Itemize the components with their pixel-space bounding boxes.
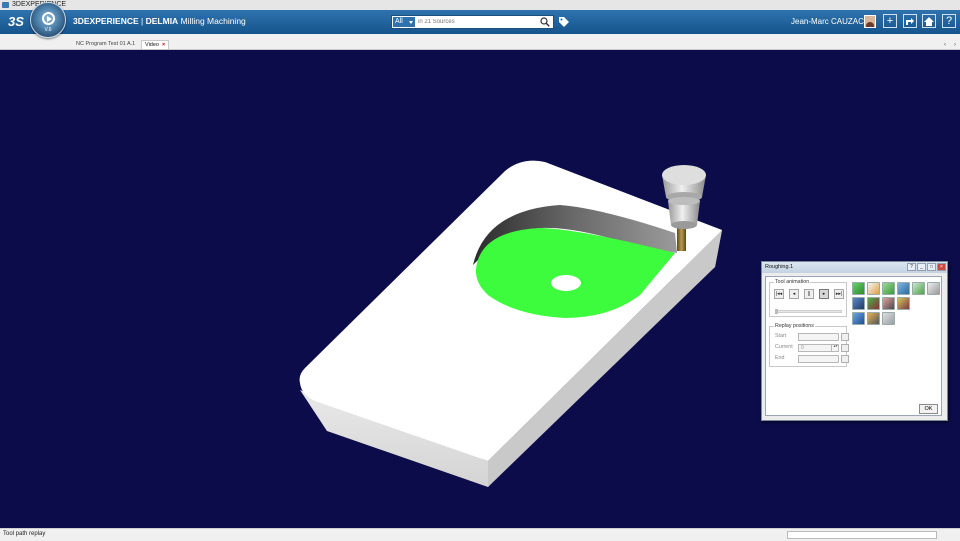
- start-field: [798, 333, 839, 341]
- end-pick-button[interactable]: [841, 355, 849, 363]
- tab-label: Video: [145, 42, 159, 48]
- animation-slider[interactable]: [775, 309, 842, 314]
- help-icon[interactable]: ?: [942, 14, 956, 28]
- pause-button[interactable]: ||: [804, 289, 814, 299]
- end-label: End: [775, 355, 785, 361]
- end-field: [798, 355, 839, 363]
- current-pick-button[interactable]: [841, 344, 849, 352]
- home-icon[interactable]: [922, 14, 936, 28]
- status-bar: Tool path replay: [0, 528, 960, 541]
- material-removal-icon[interactable]: [882, 282, 895, 295]
- help-button[interactable]: ?: [907, 263, 916, 271]
- chevron-down-icon: [409, 21, 413, 24]
- roughing-dialog: Roughing.1 ? _ □ × Tool animation |◂◂ ◂ …: [761, 261, 948, 421]
- close-icon[interactable]: ×: [162, 42, 165, 48]
- camera-icon[interactable]: [852, 297, 865, 310]
- plus-icon[interactable]: +: [883, 14, 897, 28]
- speed-icon[interactable]: [852, 312, 865, 325]
- tool-animation-group: Tool animation |◂◂ ◂ || ▸ ▸▸|: [769, 279, 847, 317]
- step-forward-button[interactable]: ▸: [819, 289, 829, 299]
- compass-version: V.6: [44, 27, 52, 33]
- start-pick-button[interactable]: [841, 333, 849, 341]
- search-scope-dropdown[interactable]: All: [393, 17, 415, 27]
- tag-icon[interactable]: [558, 16, 570, 28]
- app-name-label: Milling Machining: [180, 16, 246, 26]
- settings-icon[interactable]: [927, 282, 940, 295]
- rewind-first-button[interactable]: |◂◂: [774, 289, 784, 299]
- close-button[interactable]: ×: [937, 263, 946, 271]
- share-icon[interactable]: [903, 14, 917, 28]
- center-hole: [551, 275, 581, 291]
- play-icon: [42, 12, 55, 25]
- dialog-body: Tool animation |◂◂ ◂ || ▸ ▸▸| Replay pos…: [765, 276, 942, 416]
- tool-animation-label: Tool animation: [774, 279, 811, 285]
- machine-icon[interactable]: [912, 282, 925, 295]
- tab-video[interactable]: Video ×: [141, 40, 170, 49]
- replay-positions-label: Replay positions: [774, 323, 815, 329]
- filter-icon[interactable]: [882, 312, 895, 325]
- photo-icon[interactable]: [882, 297, 895, 310]
- avatar[interactable]: [864, 15, 876, 28]
- slider-knob[interactable]: [775, 309, 778, 314]
- step-back-button[interactable]: ◂: [789, 289, 799, 299]
- start-label: Start: [775, 333, 787, 339]
- search-box: All: [391, 15, 554, 29]
- search-tool-icon[interactable]: [867, 312, 880, 325]
- ok-button[interactable]: OK: [919, 404, 938, 414]
- ds-logo-icon[interactable]: 3Ѕ: [5, 12, 27, 32]
- tab-scroll-left-icon[interactable]: ‹: [941, 41, 949, 49]
- tab-nc-program[interactable]: NC Program Test 01 A.1: [73, 40, 138, 49]
- tab-strip: NC Program Test 01 A.1 Video × ‹ ›: [0, 34, 960, 50]
- top-bar: 3Ѕ 3DEXPERIENCE | DELMIA Milling Machini…: [0, 10, 960, 34]
- command-input[interactable]: [787, 531, 937, 539]
- user-name[interactable]: Jean-Marc CAUZAC: [791, 17, 864, 26]
- status-text: Tool path replay: [3, 531, 46, 537]
- forward-last-button[interactable]: ▸▸|: [834, 289, 844, 299]
- current-spinner[interactable]: ▴▾: [831, 344, 839, 352]
- compass-widget[interactable]: V.6: [30, 2, 66, 38]
- replay-positions-group: Replay positions Start Current 0 ▴▾ End: [769, 323, 849, 367]
- dialog-title: Roughing.1: [765, 264, 794, 270]
- search-icon[interactable]: [540, 17, 550, 27]
- brand-label: 3DEXPERIENCE: [73, 16, 139, 26]
- product-label: DELMIA: [145, 16, 179, 26]
- tool-path-icon[interactable]: [867, 282, 880, 295]
- tool-display-icon[interactable]: [852, 282, 865, 295]
- search-input[interactable]: [418, 16, 528, 28]
- dialog-titlebar[interactable]: Roughing.1 ? _ □ ×: [762, 262, 947, 273]
- search-scope-label: All: [395, 18, 403, 25]
- current-label: Current: [775, 344, 793, 350]
- tab-label: NC Program Test 01 A.1: [76, 41, 136, 47]
- minimize-button[interactable]: _: [917, 263, 926, 271]
- analysis-icon[interactable]: [867, 297, 880, 310]
- app-icon: [2, 2, 9, 8]
- tab-scroll-right-icon[interactable]: ›: [951, 41, 959, 49]
- clash-icon[interactable]: [897, 297, 910, 310]
- app-title: 3DEXPERIENCE | DELMIA Milling Machining: [73, 16, 246, 26]
- video-mode-icon[interactable]: [897, 282, 910, 295]
- maximize-button[interactable]: □: [927, 263, 936, 271]
